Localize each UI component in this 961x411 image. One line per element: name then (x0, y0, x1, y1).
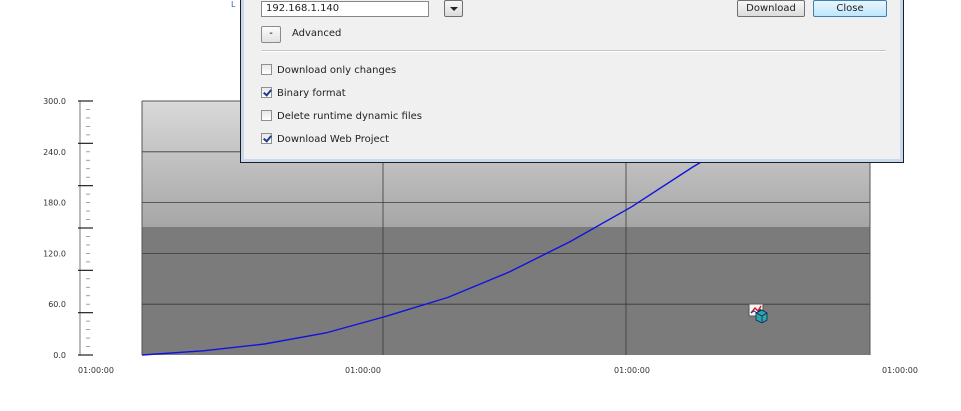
app-icon[interactable] (748, 303, 768, 323)
x-tick-label: 01:00:00 (345, 366, 381, 375)
advanced-label: Advanced (292, 28, 342, 39)
ip-dropdown-button[interactable] (444, 0, 463, 17)
option-delete-runtime-files[interactable]: Delete runtime dynamic files (261, 110, 422, 123)
checkbox[interactable] (261, 133, 272, 144)
option-label: Download Web Project (277, 134, 390, 145)
y-tick-label: 180.0 (43, 199, 66, 208)
y-tick-label: 240.0 (43, 148, 66, 157)
y-tick-label: 60.0 (48, 300, 66, 309)
download-dialog: 192.168.1.140 Download Close - Advanced … (240, 0, 904, 163)
option-label: Delete runtime dynamic files (277, 111, 422, 122)
chevron-down-icon (450, 7, 458, 11)
x-tick-label: 01:00:00 (614, 366, 650, 375)
option-label: Download only changes (277, 65, 397, 76)
option-download-web-project[interactable]: Download Web Project (261, 133, 389, 146)
y-tick-label: 0.0 (53, 351, 66, 360)
x-tick-label: 01:00:00 (78, 366, 114, 375)
dialog-separator (261, 50, 886, 52)
option-download-only-changes[interactable]: Download only changes (261, 64, 396, 77)
checkbox[interactable] (261, 64, 272, 75)
corner-marker: L (231, 0, 236, 9)
x-axis-labels: 01:00:00 01:00:00 01:00:00 01:00:00 (78, 366, 918, 375)
checkbox[interactable] (261, 87, 272, 98)
y-axis-labels: 300.0 240.0 180.0 120.0 60.0 0.0 (43, 97, 66, 360)
x-tick-label: 01:00:00 (882, 366, 918, 375)
y-tick-label: 300.0 (43, 97, 66, 106)
download-button[interactable]: Download (737, 0, 805, 17)
checkbox[interactable] (261, 110, 272, 121)
y-tick-label: 120.0 (43, 249, 66, 258)
advanced-collapse-button[interactable]: - (261, 26, 281, 43)
ip-address-field[interactable]: 192.168.1.140 (261, 1, 429, 17)
close-button[interactable]: Close (813, 0, 887, 17)
option-label: Binary format (277, 88, 346, 99)
dialog-body: 192.168.1.140 Download Close - Advanced … (244, 0, 900, 159)
option-binary-format[interactable]: Binary format (261, 87, 346, 100)
